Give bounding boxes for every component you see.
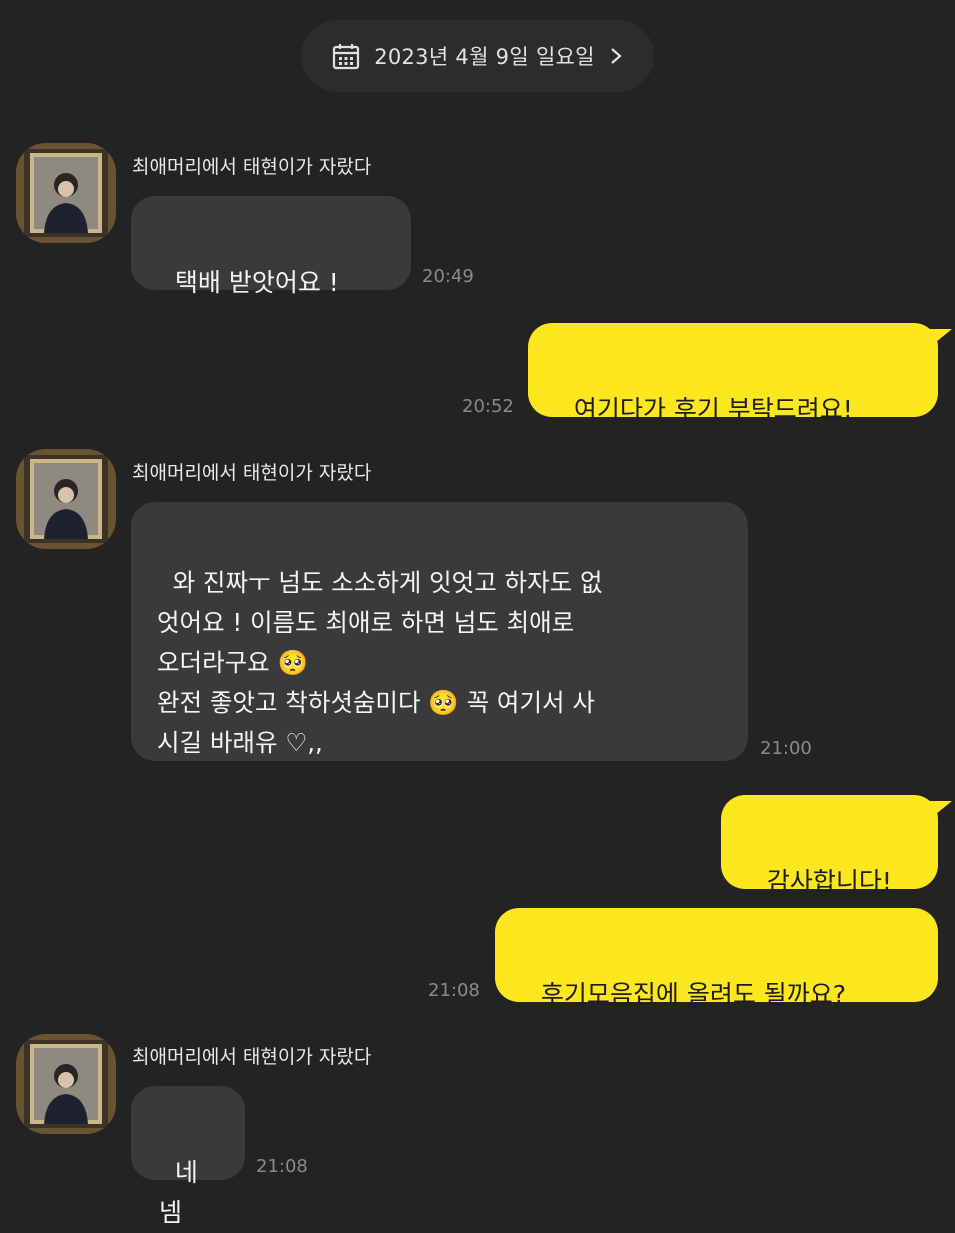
sender-name: 최애머리에서 태현이가 자랐다 <box>132 1046 372 1068</box>
profile-photo <box>16 1034 116 1134</box>
message-time: 21:08 <box>428 980 480 1001</box>
message-time: 20:49 <box>422 266 474 287</box>
calendar-icon <box>333 44 360 70</box>
profile-photo <box>16 143 116 243</box>
message-bubble-outgoing[interactable]: 감사합니다! <box>721 795 952 896</box>
date-label: 2023년 4월 9일 일요일 <box>374 45 595 69</box>
chevron-right-icon <box>611 48 622 64</box>
message-bubble-incoming[interactable]: 택배 받앗어요 ! <box>131 196 411 297</box>
avatar[interactable] <box>16 143 116 243</box>
profile-photo <box>16 449 116 549</box>
message-time: 21:00 <box>760 738 812 759</box>
message-text: 후기모음집에 올려도 될까요? <box>540 980 847 1009</box>
message-text: 네넴 <box>159 1158 198 1227</box>
bubble-tail <box>930 801 952 819</box>
bubble-tail <box>930 329 952 347</box>
message-bubble-incoming[interactable]: 네넴 <box>131 1086 245 1227</box>
message-bubble-incoming[interactable]: 와 진짜ㅜ 넘도 소소하게 잇엇고 하자도 없 엇어요 ! 이름도 최애로 하면… <box>131 502 748 761</box>
sender-name: 최애머리에서 태현이가 자랐다 <box>132 462 372 484</box>
date-header-button[interactable]: 2023년 4월 9일 일요일 <box>301 20 654 92</box>
message-text: 감사합니다! <box>766 867 892 896</box>
message-bubble-outgoing[interactable]: 여기다가 후기 부탁드려요! <box>528 323 952 424</box>
message-text: 택배 받앗어요 ! <box>174 268 339 297</box>
sender-name: 최애머리에서 태현이가 자랐다 <box>132 156 372 178</box>
avatar[interactable] <box>16 1034 116 1134</box>
message-text: 와 진짜ㅜ 넘도 소소하게 잇엇고 하자도 없 엇어요 ! 이름도 최애로 하면… <box>157 568 603 757</box>
message-bubble-outgoing[interactable]: 후기모음집에 올려도 될까요? <box>495 908 938 1009</box>
avatar[interactable] <box>16 449 116 549</box>
message-text: 여기다가 후기 부탁드려요! <box>573 395 853 424</box>
message-time: 21:08 <box>256 1156 308 1177</box>
message-time: 20:52 <box>462 396 514 417</box>
